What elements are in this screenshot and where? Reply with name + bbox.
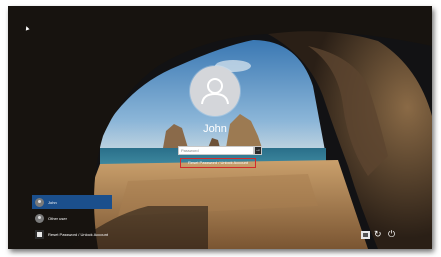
account-label: John bbox=[48, 199, 57, 205]
account-label: Other user bbox=[48, 215, 67, 221]
lock-screen: John → Reset Password / Unlock Account J… bbox=[8, 6, 432, 249]
reset-password-link[interactable]: Reset Password / Unlock Account bbox=[180, 158, 256, 168]
password-input[interactable] bbox=[178, 146, 254, 155]
account-item-other-user[interactable]: Other user bbox=[32, 211, 112, 225]
network-icon[interactable] bbox=[361, 231, 370, 239]
user-name: John bbox=[203, 123, 227, 135]
account-item-john[interactable]: John bbox=[32, 195, 112, 209]
power-icon[interactable]: ⏻ bbox=[388, 229, 395, 239]
key-icon bbox=[35, 229, 44, 239]
ease-of-access-icon[interactable]: ↻ bbox=[374, 229, 382, 239]
user-avatar bbox=[190, 66, 240, 116]
account-label: Reset Password / Unlock Account bbox=[48, 231, 109, 237]
submit-arrow-button[interactable]: → bbox=[254, 146, 262, 155]
account-item-reset-password[interactable]: Reset Password / Unlock Account bbox=[32, 227, 112, 241]
user-icon bbox=[35, 197, 44, 207]
user-silhouette-icon bbox=[201, 78, 229, 105]
user-icon bbox=[35, 213, 44, 223]
